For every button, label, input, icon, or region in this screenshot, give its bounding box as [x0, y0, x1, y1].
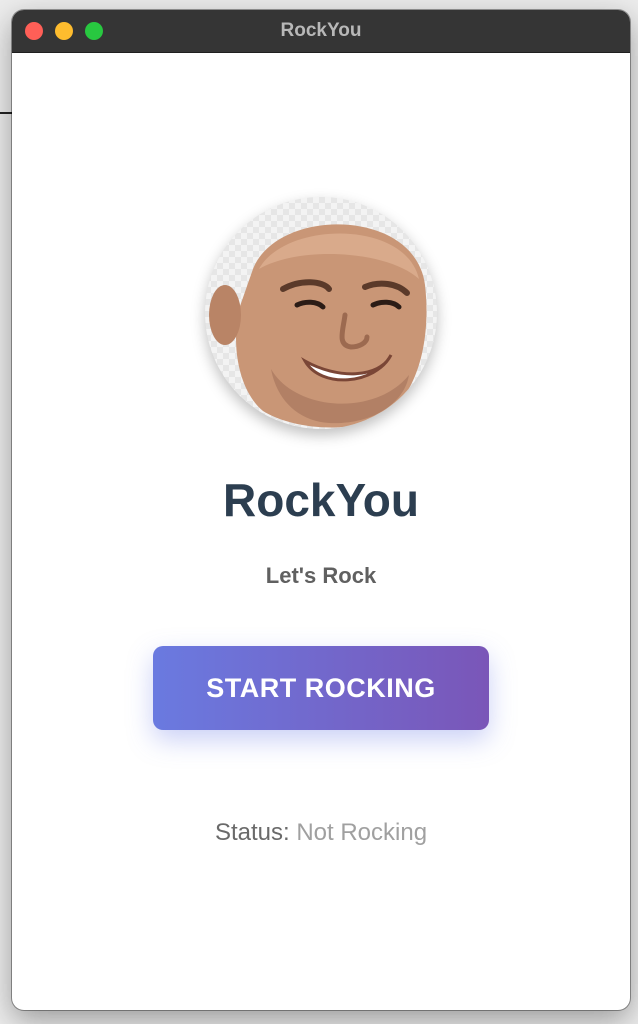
- portrait-avatar-icon: [209, 224, 427, 428]
- app-window: RockYou RockYou Let's Rock START ROCKING…: [12, 10, 630, 1010]
- main-content: RockYou Let's Rock START ROCKING Status:…: [12, 53, 630, 1010]
- app-title: RockYou: [223, 474, 419, 526]
- subtitle: Let's Rock: [265, 563, 377, 588]
- window-title: RockYou: [280, 20, 362, 41]
- status-line: Status: Not Rocking: [12, 819, 630, 847]
- status-label: Status:: [214, 819, 290, 846]
- title-bar[interactable]: RockYou: [12, 10, 630, 53]
- avatar: [205, 197, 437, 429]
- status-value: Not Rocking: [296, 819, 428, 846]
- start-rocking-button[interactable]: START ROCKING: [153, 646, 489, 730]
